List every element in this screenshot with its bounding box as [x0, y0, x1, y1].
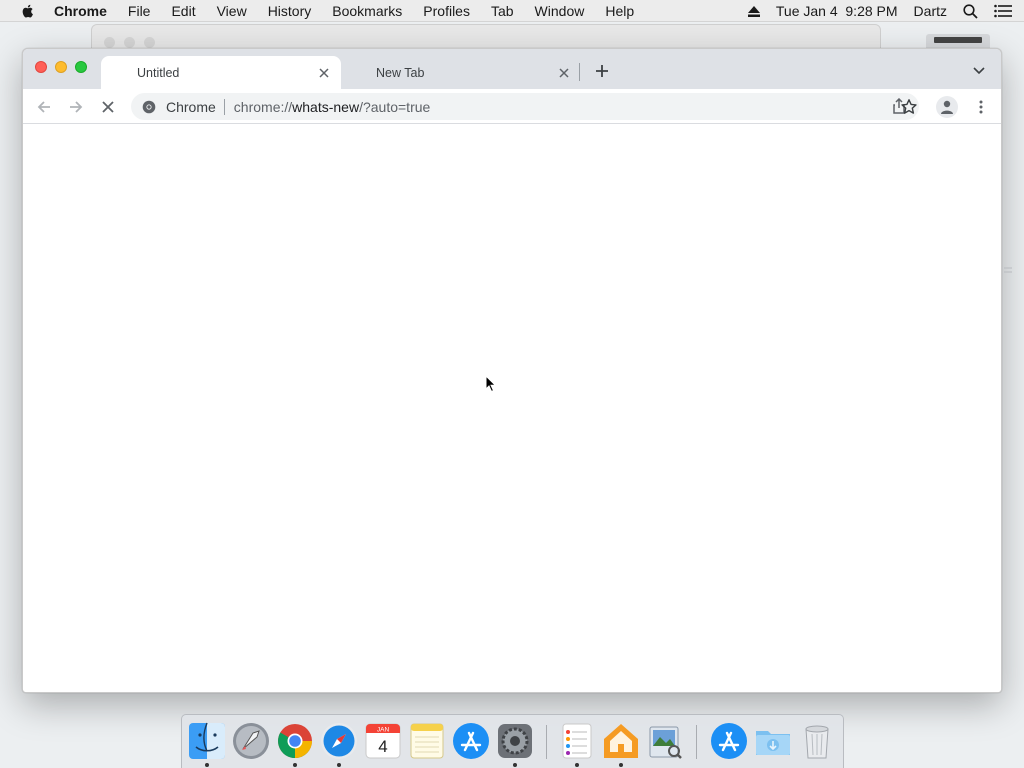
tab-title: New Tab — [376, 65, 425, 80]
window-maximize-button[interactable] — [75, 61, 87, 73]
url-path: /?auto=true — [359, 98, 431, 115]
arrow-right-icon — [70, 101, 83, 113]
chrome-window: Untitled New Tab Chrome chrome://whats-n… — [22, 48, 1002, 693]
tab-new-tab[interactable]: New Tab — [341, 56, 581, 89]
mouse-cursor-icon — [485, 375, 497, 393]
menu-help[interactable]: Help — [605, 3, 634, 19]
menu-file[interactable]: File — [128, 3, 151, 19]
avatar-icon — [941, 100, 953, 114]
menu-profiles[interactable]: Profiles — [423, 3, 470, 19]
app-store-icon[interactable] — [451, 721, 491, 761]
bg-window-close-icon — [104, 37, 115, 48]
tab-close-icon[interactable] — [556, 65, 572, 81]
menu-bookmarks[interactable]: Bookmarks — [332, 3, 402, 19]
url-text[interactable]: chrome://whats-new/?auto=true — [234, 99, 431, 115]
downloads-folder-icon[interactable] — [753, 721, 793, 761]
chrome-icon[interactable] — [275, 721, 315, 761]
reminders-icon[interactable] — [557, 721, 597, 761]
menubar-clock[interactable]: Tue Jan 4 9:28 PM — [776, 3, 898, 19]
running-indicator — [513, 763, 517, 767]
spotlight-search-icon[interactable] — [963, 3, 978, 19]
url-scheme: chrome:// — [233, 98, 293, 115]
menubar-user[interactable]: Dartz — [914, 3, 947, 19]
menu-history[interactable]: History — [268, 3, 312, 19]
arrow-left-icon — [37, 101, 50, 113]
url-host: whats-new — [292, 98, 360, 115]
dock: JAN 4 — [181, 714, 844, 768]
finder-icon[interactable] — [187, 721, 227, 761]
notification-center-icon[interactable] — [994, 4, 1012, 18]
menu-bar: Chrome File Edit View History Bookmarks … — [0, 0, 1024, 22]
window-close-button[interactable] — [35, 61, 47, 73]
preview-icon[interactable] — [645, 721, 685, 761]
chrome-menu-button[interactable] — [973, 98, 989, 116]
running-indicator — [205, 763, 209, 767]
safari-icon[interactable] — [319, 721, 359, 761]
forward-button[interactable] — [67, 98, 85, 116]
tab-close-icon[interactable] — [316, 65, 332, 81]
apple-menu-icon[interactable] — [20, 3, 36, 19]
eject-icon[interactable] — [747, 5, 760, 17]
status-area: Tue Jan 4 9:28 PM Dartz — [747, 0, 1024, 22]
trash-icon[interactable] — [797, 721, 837, 761]
running-indicator — [619, 763, 623, 767]
browser-toolbar: Chrome chrome://whats-new/?auto=true — [23, 89, 1001, 124]
notes-icon[interactable] — [407, 721, 447, 761]
home-icon[interactable] — [601, 721, 641, 761]
menu-view[interactable]: View — [217, 3, 247, 19]
resize-handle-icon[interactable] — [1003, 266, 1013, 274]
bg-window-minimize-icon — [124, 37, 135, 48]
more-vertical-icon — [979, 100, 983, 114]
menu-app-name[interactable]: Chrome — [54, 3, 107, 19]
dock-separator — [696, 725, 697, 759]
bg-window-maximize-icon — [144, 37, 155, 48]
menu-window[interactable]: Window — [535, 3, 585, 19]
calendar-day: 4 — [378, 737, 387, 756]
tab-search-button[interactable] — [971, 63, 987, 79]
tab-title: Untitled — [137, 65, 180, 80]
close-icon — [102, 101, 114, 113]
tab-separator — [579, 63, 580, 81]
profile-button[interactable] — [936, 96, 958, 118]
new-tab-button[interactable] — [593, 62, 611, 80]
plus-icon — [596, 65, 608, 77]
calendar-month: JAN — [377, 727, 390, 734]
menu-edit[interactable]: Edit — [171, 3, 195, 19]
calendar-icon[interactable]: JAN 4 — [363, 721, 403, 761]
address-bar[interactable]: Chrome chrome://whats-new/?auto=true — [131, 93, 919, 120]
system-preferences-icon[interactable] — [495, 721, 535, 761]
tab-strip: Untitled New Tab — [23, 49, 1001, 89]
app-store-downloads-icon[interactable] — [709, 721, 749, 761]
running-indicator — [337, 763, 341, 767]
back-button[interactable] — [35, 98, 53, 116]
menu-tab[interactable]: Tab — [491, 3, 514, 19]
window-minimize-button[interactable] — [55, 61, 67, 73]
dock-separator — [546, 725, 547, 759]
stop-loading-button[interactable] — [99, 98, 117, 116]
tab-untitled[interactable]: Untitled — [101, 56, 341, 89]
chrome-site-icon[interactable] — [142, 100, 156, 114]
running-indicator — [293, 763, 297, 767]
page-content[interactable] — [23, 125, 1001, 692]
launchpad-icon[interactable] — [231, 721, 271, 761]
chevron-down-icon — [973, 67, 985, 75]
running-indicator — [575, 763, 579, 767]
site-chip-label: Chrome — [166, 98, 216, 115]
bookmark-star-icon[interactable] — [900, 98, 918, 116]
omnibox-divider — [223, 98, 225, 115]
